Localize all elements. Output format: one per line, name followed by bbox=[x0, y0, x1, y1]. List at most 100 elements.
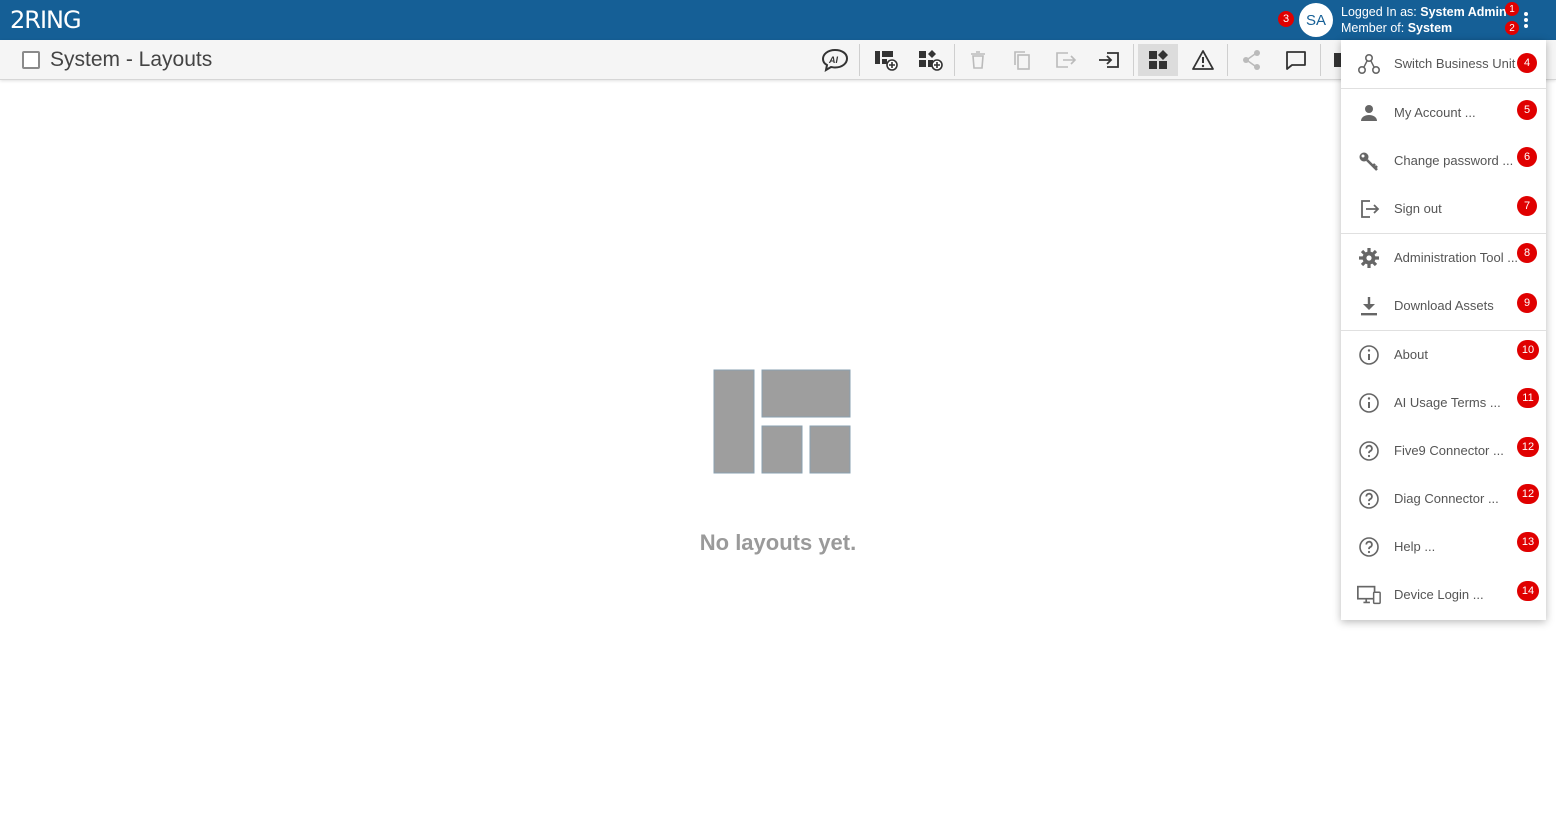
comment-icon bbox=[1286, 51, 1306, 70]
menu-item-label: Administration Tool ... bbox=[1394, 249, 1519, 265]
badge-menu: 12 bbox=[1517, 437, 1539, 457]
switch-business-unit-icon bbox=[1356, 51, 1382, 77]
menu-item-my-account[interactable]: My Account ... bbox=[1341, 90, 1546, 134]
tile-view-icon bbox=[1149, 50, 1168, 69]
add-layout-icon bbox=[875, 51, 898, 71]
menu-item-label: Five9 Connector ... bbox=[1394, 442, 1504, 458]
badge-menu: 7 bbox=[1517, 196, 1537, 216]
share-button[interactable] bbox=[1232, 44, 1272, 76]
badge-menu: 12 bbox=[1517, 484, 1539, 504]
help-icon bbox=[1356, 438, 1382, 464]
logged-in-line: Logged In as: System Admin bbox=[1341, 4, 1507, 20]
menu-item-sign-out[interactable]: Sign out bbox=[1341, 186, 1546, 230]
menu-item-label: AI Usage Terms ... bbox=[1394, 394, 1501, 410]
user-info: Logged In as: System Admin Member of: Sy… bbox=[1341, 4, 1507, 36]
add-widget-button[interactable] bbox=[910, 44, 950, 76]
menu-item-label: Sign out bbox=[1394, 200, 1442, 216]
share-icon bbox=[1243, 50, 1260, 70]
select-all-checkbox[interactable] bbox=[22, 51, 40, 69]
toolbar: System - Layouts AI bbox=[0, 40, 1556, 80]
badge-menu: 14 bbox=[1517, 581, 1539, 601]
logged-in-user: System Admin bbox=[1420, 5, 1507, 19]
trash-icon bbox=[971, 51, 985, 69]
menu-item-device-login[interactable]: Device Login ... bbox=[1341, 572, 1546, 616]
ai-chat-icon: AI bbox=[821, 48, 849, 72]
toolbar-separator bbox=[1320, 44, 1321, 76]
menu-item-switch-business-unit[interactable]: Switch Business Unit bbox=[1341, 41, 1546, 85]
badge-menu: 5 bbox=[1517, 100, 1537, 120]
warning-icon bbox=[1192, 50, 1214, 70]
menu-item-download-assets[interactable]: Download Assets bbox=[1341, 283, 1546, 327]
badge-avatar: 3 bbox=[1278, 11, 1294, 27]
tile-view-button[interactable] bbox=[1138, 44, 1178, 76]
menu-item-label: About bbox=[1394, 346, 1428, 362]
person-icon bbox=[1356, 100, 1382, 126]
logged-in-prefix: Logged In as: bbox=[1341, 5, 1421, 19]
layouts-empty-icon bbox=[713, 369, 851, 474]
info-icon bbox=[1356, 390, 1382, 416]
toolbar-separator bbox=[1133, 44, 1134, 76]
menu-item-label: My Account ... bbox=[1394, 104, 1476, 120]
badge-menu: 11 bbox=[1517, 388, 1539, 408]
delete-button[interactable] bbox=[958, 44, 998, 76]
menu-item-five9-connector[interactable]: Five9 Connector ... bbox=[1341, 428, 1546, 472]
key-icon bbox=[1356, 148, 1382, 174]
badge-menu: 6 bbox=[1517, 147, 1537, 167]
menu-item-help[interactable]: Help ... bbox=[1341, 524, 1546, 568]
copy-icon bbox=[1014, 51, 1030, 70]
gear-icon bbox=[1356, 245, 1382, 271]
device-login-icon bbox=[1356, 582, 1382, 608]
comment-button[interactable] bbox=[1276, 44, 1316, 76]
avatar[interactable]: SA bbox=[1299, 3, 1333, 37]
menu-item-label: Change password ... bbox=[1394, 152, 1514, 168]
menu-item-ai-usage-terms[interactable]: AI Usage Terms ... bbox=[1341, 380, 1546, 424]
help-icon bbox=[1356, 534, 1382, 560]
toolbar-separator bbox=[1227, 44, 1228, 76]
toolbar-overflow-icon bbox=[1334, 53, 1341, 67]
user-menu: Switch Business Unit 4 My Account ... 5 … bbox=[1341, 40, 1546, 620]
download-icon bbox=[1356, 293, 1382, 319]
info-icon bbox=[1356, 342, 1382, 368]
sign-out-icon bbox=[1356, 196, 1382, 222]
menu-divider bbox=[1341, 233, 1546, 234]
badge-logged-in: 1 bbox=[1505, 2, 1519, 16]
badge-menu: 4 bbox=[1517, 53, 1537, 73]
avatar-initials: SA bbox=[1305, 11, 1326, 29]
toolbar-separator bbox=[859, 44, 860, 76]
logo-text: 2RING bbox=[10, 6, 82, 34]
logo: 2RING bbox=[10, 6, 82, 34]
menu-item-label: Switch Business Unit bbox=[1394, 55, 1516, 71]
more-vert-icon[interactable] bbox=[1519, 10, 1533, 30]
import-button[interactable] bbox=[1089, 44, 1129, 76]
add-widget-icon bbox=[919, 50, 943, 71]
menu-divider bbox=[1341, 330, 1546, 331]
toolbar-separator bbox=[954, 44, 955, 76]
menu-item-label: Device Login ... bbox=[1394, 586, 1484, 602]
menu-item-administration-tool[interactable]: Administration Tool ... bbox=[1341, 235, 1546, 279]
page-title: System - Layouts bbox=[50, 48, 213, 71]
add-layout-button[interactable] bbox=[866, 44, 906, 76]
export-button[interactable] bbox=[1046, 44, 1086, 76]
menu-item-label: Help ... bbox=[1394, 538, 1436, 554]
member-line: Member of: System bbox=[1341, 20, 1507, 36]
help-icon bbox=[1356, 486, 1382, 512]
menu-item-label: Download Assets bbox=[1394, 297, 1494, 313]
menu-item-label: Diag Connector ... bbox=[1394, 490, 1499, 506]
empty-state-message: No layouts yet. bbox=[699, 530, 857, 555]
import-icon bbox=[1099, 52, 1119, 68]
export-icon bbox=[1056, 52, 1077, 68]
badge-menu: 9 bbox=[1517, 293, 1537, 313]
copy-button[interactable] bbox=[1002, 44, 1042, 76]
warnings-button[interactable] bbox=[1183, 44, 1223, 76]
menu-item-about[interactable]: About bbox=[1341, 332, 1546, 376]
badge-menu: 13 bbox=[1517, 532, 1539, 552]
member-prefix: Member of: bbox=[1341, 21, 1408, 35]
badge-menu: 8 bbox=[1517, 243, 1537, 263]
menu-item-change-password[interactable]: Change password ... bbox=[1341, 138, 1546, 182]
menu-item-diag-connector[interactable]: Diag Connector ... bbox=[1341, 476, 1546, 520]
svg-text:AI: AI bbox=[828, 55, 838, 65]
top-bar: 2RING 3 SA Logged In as: System Admin Me… bbox=[0, 0, 1556, 40]
ai-assistant-button[interactable]: AI bbox=[815, 44, 855, 76]
menu-divider bbox=[1341, 88, 1546, 89]
badge-menu: 10 bbox=[1517, 340, 1539, 360]
